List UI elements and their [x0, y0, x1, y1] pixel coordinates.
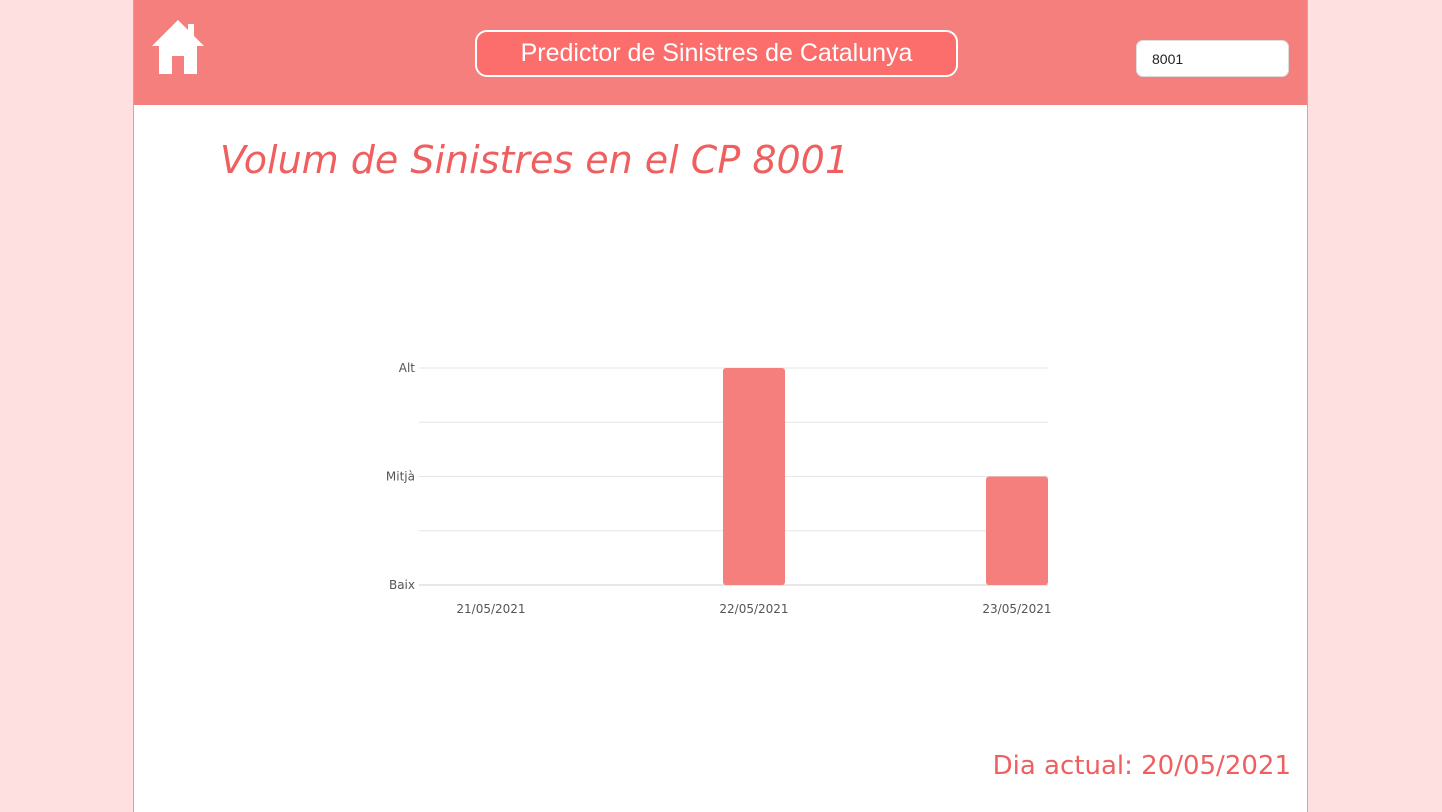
- bar-23/05/2021[interactable]: [986, 476, 1048, 586]
- header-bar: Predictor de Sinistres de Catalunya: [134, 0, 1307, 105]
- home-button[interactable]: [151, 18, 205, 76]
- app-title: Predictor de Sinistres de Catalunya: [475, 30, 958, 77]
- home-icon: [152, 20, 204, 74]
- postal-code-input[interactable]: [1136, 40, 1289, 77]
- app-window: Predictor de Sinistres de Catalunya Volu…: [133, 0, 1308, 812]
- y-tick-label: Alt: [399, 361, 416, 375]
- current-date: Dia actual: 20/05/2021: [992, 751, 1291, 781]
- chart-canvas: Baix Mitjà Alt 21/05/2021 22/05/2021 23/05/20…: [386, 361, 1052, 616]
- y-tick-label: Baix: [389, 578, 415, 592]
- bar-22/05/2021[interactable]: [723, 368, 785, 585]
- x-tick-label: 23/05/2021: [982, 602, 1051, 616]
- x-tick-label: 21/05/2021: [456, 602, 525, 616]
- x-tick-label: 22/05/2021: [719, 602, 788, 616]
- claims-volume-chart: Baix Mitjà Alt 21/05/2021 22/05/2021 23/05/20…: [134, 0, 1309, 812]
- y-tick-label: Mitjà: [386, 470, 415, 484]
- page-title: Volum de Sinistres en el CP 8001: [220, 138, 850, 182]
